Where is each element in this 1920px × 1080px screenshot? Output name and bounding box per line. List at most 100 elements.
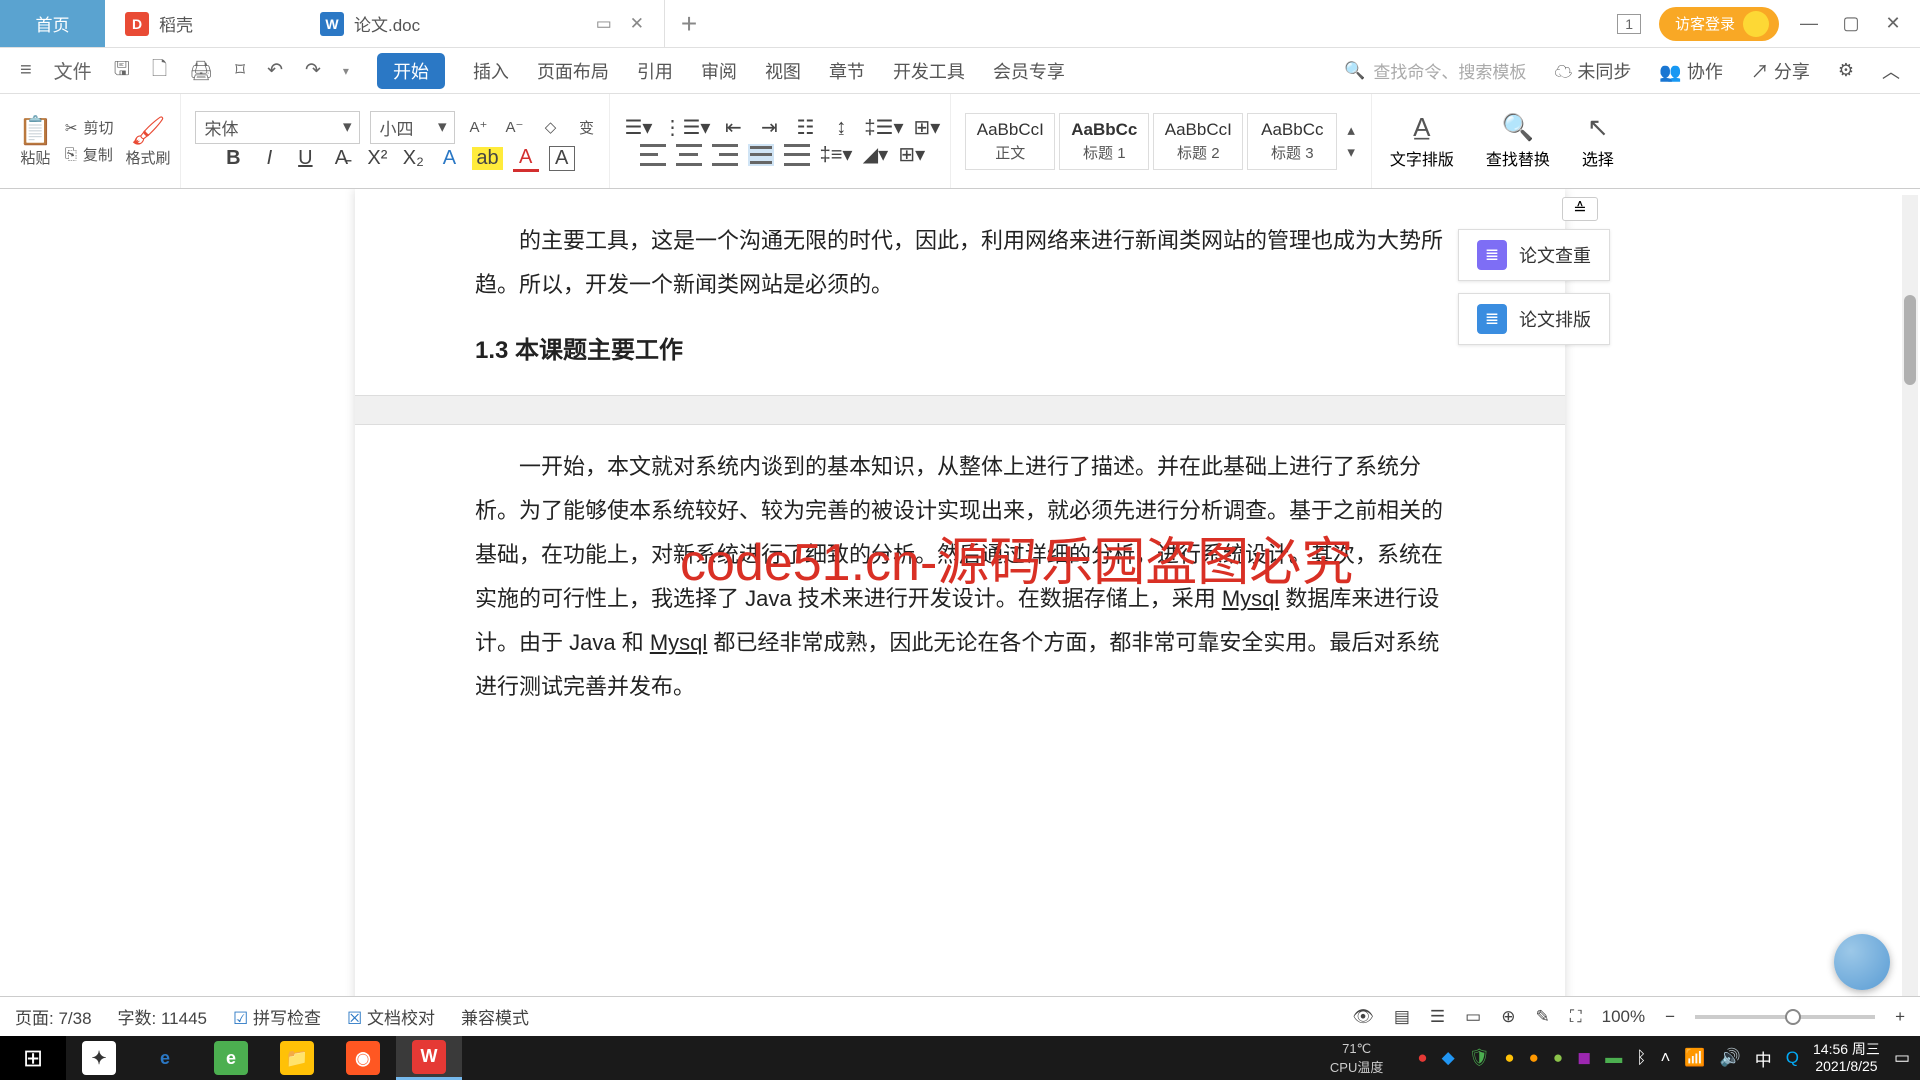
menu-member[interactable]: 会员专享 (993, 58, 1065, 84)
document-canvas[interactable]: 的主要工具，这是一个沟通无限的时代，因此，利用网络来进行新闻类网站的管理也成为大… (0, 189, 1920, 1038)
minimize-button[interactable]: — (1797, 12, 1821, 36)
tray-icon-2[interactable]: ◆ (1442, 1048, 1455, 1068)
tab-count-badge[interactable]: 1 (1617, 14, 1641, 34)
collaborate-button[interactable]: 👥 协作 (1659, 58, 1722, 84)
align-distribute-button[interactable] (784, 144, 810, 166)
pen-icon[interactable]: ✎ (1535, 1007, 1549, 1027)
numbering-button[interactable]: ⋮☰▾ (662, 115, 710, 140)
style-h3[interactable]: AaBbCc标题 3 (1247, 113, 1337, 170)
align-justify-button[interactable] (748, 144, 774, 166)
text-effects-button[interactable]: A (436, 147, 462, 170)
superscript-button[interactable]: X² (364, 147, 390, 170)
menu-start[interactable]: 开始 (377, 53, 445, 89)
command-search[interactable]: 🔍 查找命令、搜索模板 (1344, 58, 1526, 83)
file-menu[interactable]: 文件 (54, 57, 92, 84)
tray-icon-4[interactable]: ● (1504, 1048, 1514, 1068)
thesis-format-button[interactable]: ≣ 论文排版 (1458, 293, 1610, 345)
tray-icon-6[interactable]: ● (1553, 1048, 1563, 1068)
tray-icon-q[interactable]: Q (1786, 1048, 1799, 1068)
tab-home[interactable]: 首页 (0, 0, 105, 47)
underline-button[interactable]: U (292, 147, 318, 170)
vertical-scrollbar[interactable] (1902, 195, 1918, 1034)
tray-icon-1[interactable]: ● (1417, 1048, 1427, 1068)
borders-button[interactable]: ⊞▾ (898, 142, 925, 167)
taskbar-app-orange[interactable]: ◉ (330, 1036, 396, 1080)
zoom-thumb[interactable] (1785, 1009, 1801, 1025)
taskbar-ie[interactable]: e (132, 1036, 198, 1080)
style-h1[interactable]: AaBbCc标题 1 (1059, 113, 1149, 170)
volume-icon[interactable]: 🔊 (1720, 1048, 1741, 1068)
system-clock[interactable]: 14:56 周三 2021/8/25 (1813, 1041, 1880, 1075)
tabs-button[interactable]: ⊞▾ (914, 115, 941, 140)
undo-icon[interactable]: ↶ (267, 59, 283, 82)
copy-button[interactable]: ⎘复制 (65, 144, 114, 165)
menu-insert[interactable]: 插入 (473, 58, 509, 84)
line-height-button[interactable]: ‡≡▾ (820, 142, 853, 167)
redo-icon[interactable]: ↷ (305, 59, 321, 82)
view-read-icon[interactable]: ▭ (1465, 1007, 1481, 1027)
bullets-button[interactable]: ☰▾ (624, 115, 652, 140)
select-group[interactable]: ↖ 选择 (1568, 112, 1628, 170)
find-replace-group[interactable]: 🔍 查找替换 (1472, 112, 1564, 170)
decrease-indent-button[interactable]: ⇤ (720, 115, 746, 140)
login-button[interactable]: 访客登录 (1659, 7, 1779, 41)
taskbar-wps[interactable]: W (396, 1036, 462, 1080)
subscript-button[interactable]: X₂ (400, 147, 426, 170)
increase-font-icon[interactable]: A⁺ (465, 118, 491, 136)
tray-icon-7[interactable]: ◼ (1577, 1048, 1591, 1068)
notification-center-icon[interactable]: ▭ (1894, 1048, 1910, 1068)
style-body[interactable]: AaBbCcI正文 (965, 113, 1055, 170)
doc-heading-1-3[interactable]: 1.3 本课题主要工作 (475, 327, 1445, 375)
paste-icon[interactable]: 📋 (18, 114, 53, 147)
taskbar-app-generic[interactable]: ✦ (66, 1036, 132, 1080)
highlight-button[interactable]: ab (472, 147, 502, 170)
zoom-slider[interactable] (1695, 1015, 1875, 1019)
tray-icon-8[interactable]: ▬ (1605, 1048, 1622, 1068)
line-spacing-button[interactable]: ‡☰▾ (864, 115, 903, 140)
spell-check-status[interactable]: ☑ 拼写检查 (233, 1004, 321, 1029)
phonetic-icon[interactable]: 变 (573, 117, 599, 138)
collapse-ribbon-icon[interactable]: ︿ (1882, 58, 1900, 84)
tab-close-icon[interactable]: ✕ (630, 14, 644, 34)
view-page-icon[interactable]: ▤ (1394, 1007, 1410, 1027)
sync-status[interactable]: ☁ 未同步 (1554, 58, 1631, 84)
print-icon[interactable]: 🖨 (189, 59, 213, 83)
menu-references[interactable]: 引用 (637, 58, 673, 84)
eye-protect-icon[interactable]: 👁 (1352, 1007, 1374, 1027)
plagiarism-check-button[interactable]: ≣ 论文查重 (1458, 229, 1610, 281)
qat-dropdown-icon[interactable]: ▾ (343, 64, 349, 78)
word-count[interactable]: 字数: 11445 (118, 1004, 207, 1029)
ime-indicator[interactable]: 中 (1755, 1046, 1772, 1071)
text-layout-group[interactable]: A̲ 文字排版 (1376, 112, 1468, 170)
align-left-button[interactable] (640, 144, 666, 166)
taskbar-explorer[interactable]: 📁 (264, 1036, 330, 1080)
maximize-button[interactable]: ▢ (1839, 12, 1863, 36)
font-family-select[interactable]: 宋体▾ (195, 111, 360, 144)
style-h2[interactable]: AaBbCcI标题 2 (1153, 113, 1243, 170)
format-painter-icon[interactable]: 🖌 (125, 114, 170, 147)
tab-docer[interactable]: D 稻壳 (105, 0, 300, 47)
menu-review[interactable]: 审阅 (701, 58, 737, 84)
tab-window-icon[interactable]: ▭ (596, 14, 612, 34)
doc-paragraph[interactable]: 的主要工具，这是一个沟通无限的时代，因此，利用网络来进行新闻类网站的管理也成为大… (475, 219, 1445, 307)
decrease-font-icon[interactable]: A⁻ (501, 118, 527, 136)
zoom-in-button[interactable]: + (1895, 1007, 1905, 1027)
wifi-icon[interactable]: 📶 (1684, 1048, 1705, 1068)
collapse-panel-button[interactable]: ≙ (1562, 197, 1598, 221)
style-scroll-down-icon[interactable]: ▾ (1347, 143, 1355, 161)
proofread-status[interactable]: ☒ 文档校对 (347, 1004, 435, 1029)
strikethrough-button[interactable]: A̵ (328, 147, 354, 170)
sort-button[interactable]: ☷ (792, 115, 818, 140)
shading-button[interactable]: ◢▾ (862, 142, 888, 167)
font-color-button[interactable]: A (513, 146, 539, 172)
zoom-out-button[interactable]: − (1665, 1007, 1675, 1027)
style-scroll-up-icon[interactable]: ▴ (1347, 121, 1355, 139)
align-center-button[interactable] (676, 144, 702, 166)
show-marks-button[interactable]: ↨ (828, 116, 854, 139)
taskbar-edge[interactable]: e (198, 1036, 264, 1080)
tray-expand-icon[interactable]: ˄ (1660, 1048, 1670, 1068)
close-button[interactable]: ✕ (1881, 12, 1905, 36)
menu-dev-tools[interactable]: 开发工具 (893, 58, 965, 84)
new-tab-button[interactable]: + (665, 0, 713, 47)
italic-button[interactable]: I (256, 147, 282, 170)
